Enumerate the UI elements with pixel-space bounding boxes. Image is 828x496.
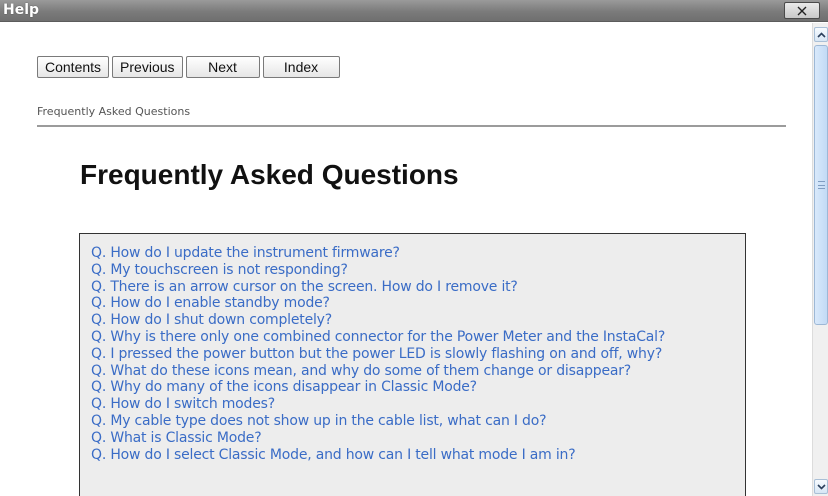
- faq-link[interactable]: Q. Why do many of the icons disappear in…: [91, 379, 745, 396]
- scroll-down-button[interactable]: [814, 479, 828, 494]
- faq-link[interactable]: Q. What do these icons mean, and why do …: [91, 363, 745, 380]
- page-title: Frequently Asked Questions: [80, 159, 459, 190]
- help-content: Contents Previous Next Index Frequently …: [0, 23, 812, 496]
- window-titlebar: Help: [0, 0, 828, 22]
- faq-box: Q. How do I update the instrument firmwa…: [79, 233, 746, 496]
- previous-button[interactable]: Previous: [112, 56, 183, 78]
- faq-link[interactable]: Q. How do I select Classic Mode, and how…: [91, 447, 745, 464]
- chevron-down-icon: [816, 483, 826, 490]
- chevron-up-icon: [816, 31, 826, 38]
- vertical-scrollbar[interactable]: [812, 23, 828, 496]
- faq-list: Q. How do I update the instrument firmwa…: [91, 245, 745, 463]
- faq-link[interactable]: Q. Why is there only one combined connec…: [91, 329, 745, 346]
- faq-link[interactable]: Q. My cable type does not show up in the…: [91, 413, 745, 430]
- faq-link[interactable]: Q. How do I enable standby mode?: [91, 295, 745, 312]
- faq-link[interactable]: Q. How do I switch modes?: [91, 396, 745, 413]
- scrollbar-thumb[interactable]: [814, 45, 828, 325]
- index-button[interactable]: Index: [262, 56, 340, 78]
- faq-link[interactable]: Q. I pressed the power button but the po…: [91, 346, 745, 363]
- close-icon: [797, 6, 807, 15]
- faq-link[interactable]: Q. What is Classic Mode?: [91, 430, 745, 447]
- grip-icon: [818, 181, 825, 189]
- header-divider: [37, 125, 786, 127]
- breadcrumb: Frequently Asked Questions: [37, 105, 191, 118]
- scroll-up-button[interactable]: [814, 27, 828, 42]
- window-title: Help: [3, 2, 40, 18]
- faq-link[interactable]: Q. How do I update the instrument firmwa…: [91, 245, 745, 262]
- contents-button[interactable]: Contents: [37, 56, 110, 78]
- faq-link[interactable]: Q. There is an arrow cursor on the scree…: [91, 279, 745, 296]
- help-nav-bar: Contents Previous Next Index: [37, 56, 340, 78]
- next-button[interactable]: Next: [185, 56, 260, 78]
- faq-link[interactable]: Q. How do I shut down completely?: [91, 312, 745, 329]
- close-button[interactable]: [784, 2, 820, 19]
- faq-link[interactable]: Q. My touchscreen is not responding?: [91, 262, 745, 279]
